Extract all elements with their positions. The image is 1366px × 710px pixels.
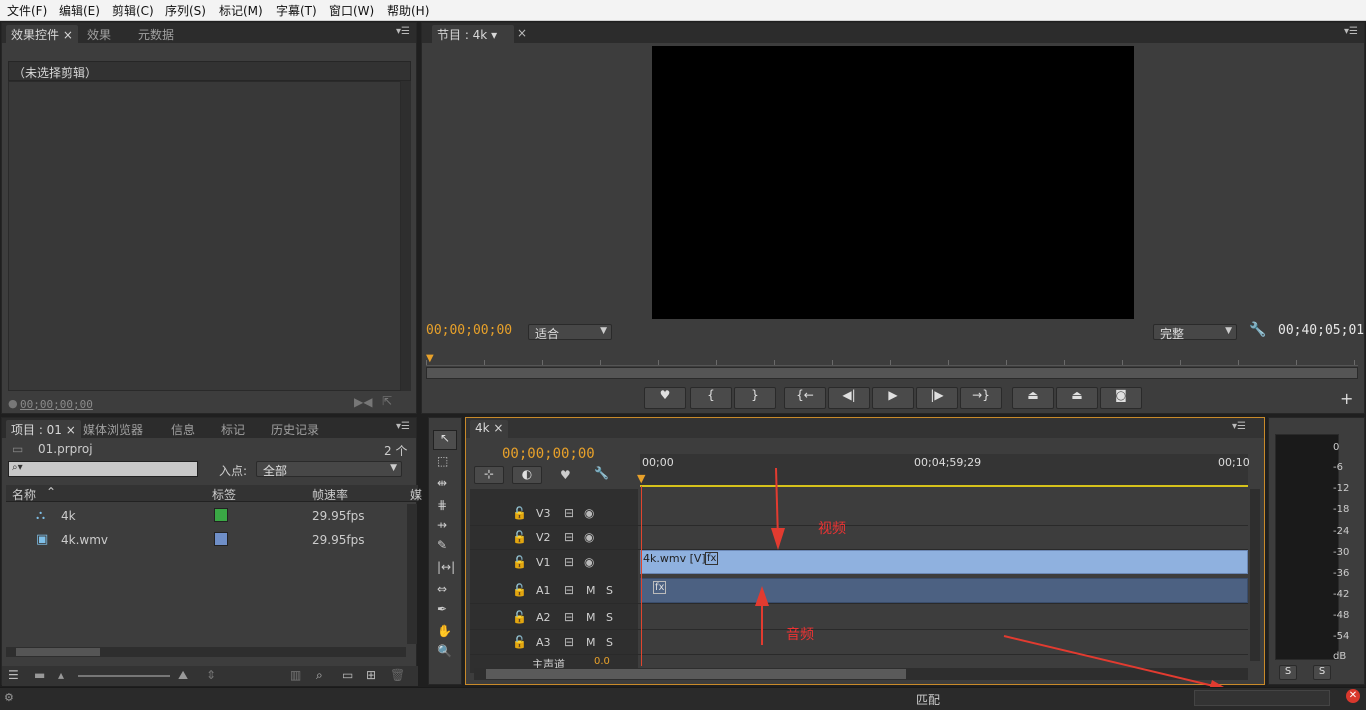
scale-label: -18 xyxy=(1333,504,1350,515)
annotation-overlay xyxy=(755,467,1236,694)
error-icon[interactable]: ✕ xyxy=(1346,689,1360,703)
annotation-video: 视频 xyxy=(818,521,846,537)
scale-label: -54 xyxy=(1333,631,1350,642)
meter-scale: 0 -6 -12 -18 -24 -30 -36 -42 -48 -54 dB xyxy=(1329,442,1365,662)
arrow-status-line xyxy=(1003,635,1223,689)
status-icon: ⚙ xyxy=(4,691,14,704)
arrow-video-head xyxy=(771,528,785,550)
arrow-audio-head xyxy=(755,586,769,606)
annotation-audio: 音频 xyxy=(786,627,814,643)
scale-label: -48 xyxy=(1333,610,1350,621)
solo-right-button[interactable]: S xyxy=(1313,665,1331,680)
scale-label: -30 xyxy=(1333,547,1350,558)
scale-label: -12 xyxy=(1333,483,1350,494)
scale-label: -24 xyxy=(1333,526,1350,537)
scale-label: -6 xyxy=(1333,462,1343,473)
scale-label: dB xyxy=(1333,651,1347,662)
match-label: 匹配 xyxy=(916,693,941,707)
audio-meter-panel: 0 -6 -12 -18 -24 -30 -36 -42 -48 -54 dB … xyxy=(1268,417,1365,685)
progress-field xyxy=(1194,690,1330,706)
scale-label: 0 xyxy=(1333,442,1340,453)
scale-label: -36 xyxy=(1333,568,1350,579)
solo-left-button[interactable]: S xyxy=(1279,665,1297,680)
scale-label: -42 xyxy=(1333,589,1350,600)
status-bar: ⚙ 匹配 ✕ xyxy=(0,687,1366,710)
